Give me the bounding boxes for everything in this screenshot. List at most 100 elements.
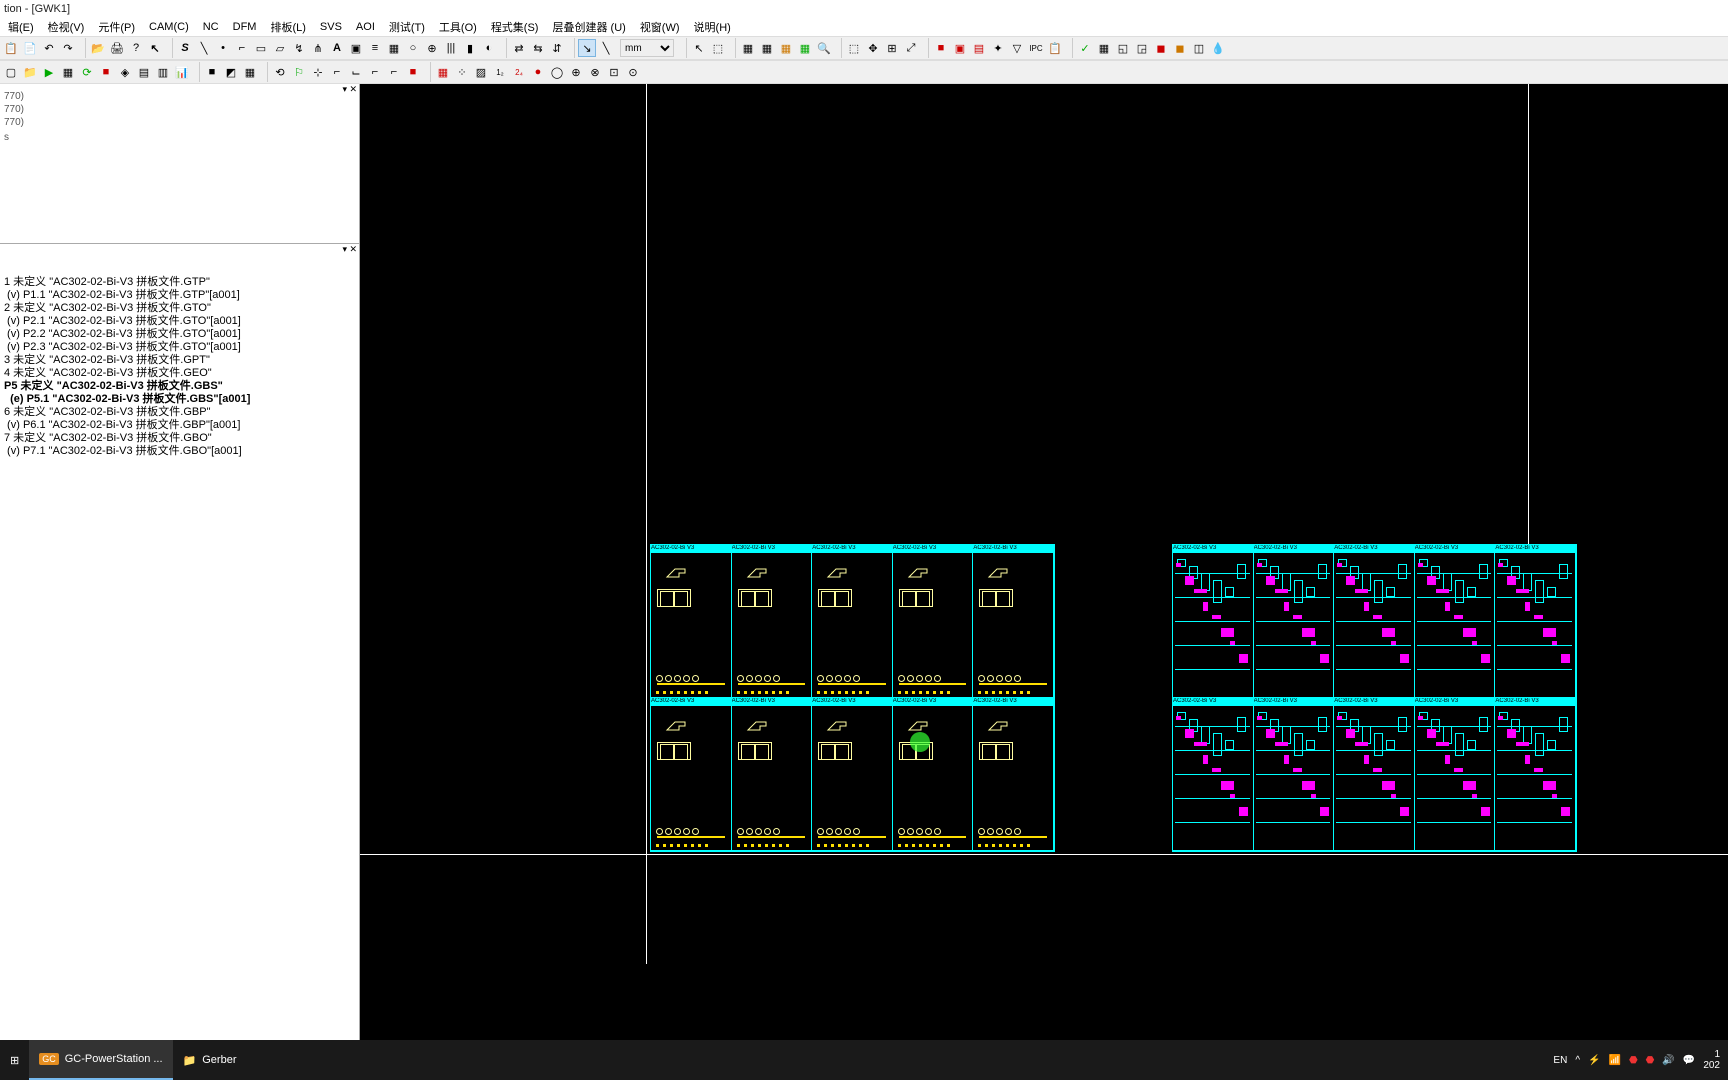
menu-item[interactable]: 测试(T)	[383, 18, 431, 36]
menu-item[interactable]: 层叠创建器 (U)	[546, 18, 631, 36]
pcb-panel-right[interactable]: AC302-02-Bi V3AC302-02-Bi V3AC302-02-Bi …	[1172, 544, 1577, 852]
pcb-unit[interactable]: AC302-02-Bi V3	[893, 545, 974, 698]
pcb-unit[interactable]: AC302-02-Bi V3	[651, 698, 732, 851]
units-select[interactable]: mm	[620, 39, 674, 57]
hatch-icon[interactable]: ▦	[241, 63, 259, 81]
pattern-icon[interactable]: ▤	[135, 63, 153, 81]
path-icon[interactable]: ↯	[290, 39, 308, 57]
volume-icon[interactable]: 🔊	[1662, 1055, 1674, 1066]
square-fill-icon[interactable]: ▣	[347, 39, 365, 57]
arrow-run-icon[interactable]: ▶	[40, 63, 58, 81]
expand-icon[interactable]: ⤢	[902, 39, 920, 57]
layer-list-panel[interactable]: ▾ ✕ 1 未定义 "AC302-02-Bi-V3 拼板文件.GTP" (v) …	[0, 244, 359, 1040]
task-gc-powerstation[interactable]: GC GC-PowerStation ...	[29, 1040, 172, 1080]
layer-item[interactable]: (v) P1.1 "AC302-02-Bi-V3 拼板文件.GTP"[a001]	[2, 289, 357, 302]
folder-icon[interactable]: 📁	[21, 63, 39, 81]
orange-mark-icon[interactable]: ◼	[1171, 39, 1189, 57]
snap2-icon[interactable]: ◈	[116, 63, 134, 81]
drop-icon[interactable]: 💧	[1209, 39, 1227, 57]
pcb-unit[interactable]: AC302-02-Bi V3	[1495, 545, 1576, 698]
ime-indicator[interactable]: EN	[1553, 1055, 1567, 1066]
pcb-unit[interactable]: AC302-02-Bi V3	[1173, 545, 1254, 698]
bolt-icon[interactable]: ⚡	[1588, 1055, 1600, 1066]
axis-icon[interactable]: ⌐	[328, 63, 346, 81]
cursor-arrow-icon[interactable]: ↖	[146, 39, 164, 57]
layer-item[interactable]: 4 未定义 "AC302-02-Bi-V3 拼板文件.GEO"	[2, 367, 357, 380]
task-gerber-folder[interactable]: 📁 Gerber	[173, 1040, 247, 1080]
small-cross-icon[interactable]: ⊗	[586, 63, 604, 81]
pcb-unit[interactable]: AC302-02-Bi V3	[812, 545, 893, 698]
menu-item[interactable]: NC	[197, 20, 225, 34]
system-tray[interactable]: EN ^ ⚡ 📶 ⬣ ⬣ 🔊 💬 1202	[1553, 1049, 1728, 1071]
grid2-icon[interactable]: ▦	[758, 39, 776, 57]
red-sq-icon[interactable]: ■	[932, 39, 950, 57]
rotate-icon[interactable]: ⟲	[271, 63, 289, 81]
num1-icon[interactable]: 1₂	[491, 63, 509, 81]
target-icon[interactable]: ⊕	[423, 39, 441, 57]
branch-icon[interactable]: ⋔	[309, 39, 327, 57]
hatch2-icon[interactable]: ▨	[472, 63, 490, 81]
grid-red-icon[interactable]: ▦	[434, 63, 452, 81]
rec-icon[interactable]: ■	[404, 63, 422, 81]
pcb-unit[interactable]: AC302-02-Bi V3	[1254, 698, 1335, 851]
small-box-icon[interactable]: ⊡	[605, 63, 623, 81]
bold-a-icon[interactable]: A	[328, 39, 346, 57]
snap-icon[interactable]: ⊞	[883, 39, 901, 57]
polyline-icon[interactable]: ⌐	[233, 39, 251, 57]
palette-icon[interactable]: ◩	[222, 63, 240, 81]
align-h-icon[interactable]: ⇄	[510, 39, 528, 57]
notifications-icon[interactable]: 💬	[1683, 1055, 1695, 1066]
menu-item[interactable]: 工具(O)	[433, 18, 483, 36]
menu-item[interactable]: 辑(E)	[2, 18, 40, 36]
layer-item[interactable]: (e) P5.1 "AC302-02-Bi-V3 拼板文件.GBS"[a001]	[2, 393, 357, 406]
grid-fine-icon[interactable]: ▦	[1095, 39, 1113, 57]
filter-icon[interactable]: ▽	[1008, 39, 1026, 57]
measure-line-icon[interactable]: ╲	[597, 39, 615, 57]
menu-item[interactable]: CAM(C)	[143, 20, 195, 34]
clock-time[interactable]: 1202	[1703, 1049, 1720, 1071]
chart-icon[interactable]: 📊	[173, 63, 191, 81]
dots-icon[interactable]: ⁘	[453, 63, 471, 81]
pcb-unit[interactable]: AC302-02-Bi V3	[651, 545, 732, 698]
menu-item[interactable]: 程式集(S)	[485, 18, 545, 36]
print-icon[interactable]: 🖨	[108, 39, 126, 57]
menu-item[interactable]: AOI	[350, 20, 381, 34]
star-block-icon[interactable]: ▦	[385, 39, 403, 57]
menu-item[interactable]: SVS	[314, 20, 348, 34]
grid-bold-icon[interactable]: ▦	[777, 39, 795, 57]
color-black-icon[interactable]: ■	[203, 63, 221, 81]
layer-item[interactable]: 3 未定义 "AC302-02-Bi-V3 拼板文件.GPT"	[2, 354, 357, 367]
help-icon[interactable]: ?	[127, 39, 145, 57]
point-icon[interactable]: •	[214, 39, 232, 57]
cursor-icon[interactable]: ↖	[690, 39, 708, 57]
layer-item[interactable]: (v) P2.2 "AC302-02-Bi-V3 拼板文件.GTO"[a001]	[2, 328, 357, 341]
check-icon[interactable]: ✓	[1076, 39, 1094, 57]
clipboard-icon[interactable]: 📋	[1046, 39, 1064, 57]
zoom-icon[interactable]: 🔍	[815, 39, 833, 57]
chevron-up-icon[interactable]: ^	[1575, 1055, 1580, 1066]
move-icon[interactable]: ✥	[864, 39, 882, 57]
wifi-icon[interactable]: 📶	[1608, 1055, 1620, 1066]
paste-icon[interactable]: 📄	[21, 39, 39, 57]
red-dot-icon[interactable]: ●	[529, 63, 547, 81]
rect2-icon[interactable]: ▱	[271, 39, 289, 57]
reload-icon[interactable]: ⟳	[78, 63, 96, 81]
menu-item[interactable]: 排板(L)	[264, 18, 311, 36]
layers-icon[interactable]: ▥	[154, 63, 172, 81]
open-icon[interactable]: 📂	[89, 39, 107, 57]
cad-viewport[interactable]: AC302-02-Bi V3AC302-02-Bi V3AC302-02-Bi …	[360, 84, 1728, 1040]
layer-item[interactable]: 6 未定义 "AC302-02-Bi-V3 拼板文件.GBP"	[2, 406, 357, 419]
contrast-icon[interactable]: ◐	[480, 39, 498, 57]
new-icon[interactable]: ▢	[2, 63, 20, 81]
barcode-icon[interactable]: |||	[442, 39, 460, 57]
layer-item[interactable]: 7 未定义 "AC302-02-Bi-V3 拼板文件.GBO"	[2, 432, 357, 445]
small-open-icon[interactable]: ◯	[548, 63, 566, 81]
grid-green-icon[interactable]: ▦	[796, 39, 814, 57]
panel-controls[interactable]: ▾ ✕	[342, 244, 357, 255]
circle-icon[interactable]: ○	[404, 39, 422, 57]
select-rect-icon[interactable]: ⬚	[709, 39, 727, 57]
layer-item[interactable]: (v) P2.3 "AC302-02-Bi-V3 拼板文件.GTO"[a001]	[2, 341, 357, 354]
layer-item[interactable]: (v) P2.1 "AC302-02-Bi-V3 拼板文件.GTO"[a001]	[2, 315, 357, 328]
panel-controls[interactable]: ▾ ✕	[342, 84, 357, 95]
grid-small-icon[interactable]: ▦	[59, 63, 77, 81]
